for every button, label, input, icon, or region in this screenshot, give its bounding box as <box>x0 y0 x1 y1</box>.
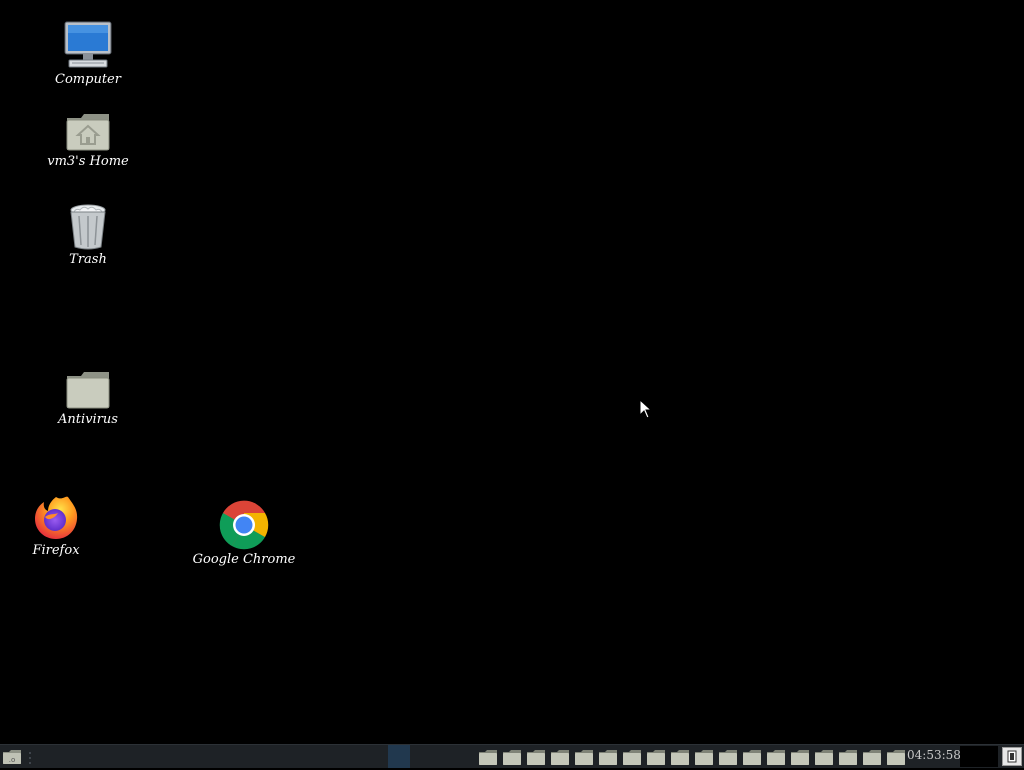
mouse-cursor-icon <box>639 398 653 419</box>
desktop-icon-label: Antivirus <box>58 412 118 427</box>
folder-launcher-button[interactable] <box>716 747 740 767</box>
folder-launcher-button[interactable] <box>572 747 596 767</box>
folder-launcher-button[interactable] <box>812 747 836 767</box>
folder-icon: .o <box>3 750 21 764</box>
desktop: Computer vm3's Home Trash Antivirus Fire… <box>0 0 1024 744</box>
firefox-icon <box>31 491 81 541</box>
desktop-icon-firefox[interactable]: Firefox <box>1 491 111 558</box>
folder-icon <box>719 749 737 765</box>
folder-launcher-button[interactable] <box>476 747 500 767</box>
folder-launcher-button[interactable] <box>788 747 812 767</box>
clock[interactable]: 04:53:58 <box>907 748 961 762</box>
folder-launcher-button[interactable] <box>884 747 908 767</box>
folder-icon <box>527 749 545 765</box>
folder-launcher-button[interactable] <box>500 747 524 767</box>
show-desktop-button[interactable] <box>1002 747 1022 766</box>
folder-icon <box>63 360 113 410</box>
desktop-icon-label: Firefox <box>32 543 80 558</box>
folder-icon <box>887 749 905 765</box>
system-tray <box>960 746 998 767</box>
folder-launcher-button[interactable] <box>524 747 548 767</box>
trash-icon <box>63 200 113 250</box>
desktop-icon-computer[interactable]: Computer <box>33 20 143 87</box>
folder-launcher-button[interactable] <box>620 747 644 767</box>
taskbar-grip-handle[interactable] <box>28 750 32 764</box>
svg-text:.o: .o <box>9 756 16 764</box>
folder-icon <box>767 749 785 765</box>
folder-icon <box>551 749 569 765</box>
folder-icon <box>575 749 593 765</box>
folder-launcher-button[interactable] <box>668 747 692 767</box>
desktop-icon-home[interactable]: vm3's Home <box>33 102 143 169</box>
taskbar-window-button[interactable] <box>388 745 410 768</box>
folder-launcher-button[interactable] <box>764 747 788 767</box>
desktop-icon-trash[interactable]: Trash <box>33 200 143 267</box>
desktop-icon-label: Trash <box>69 252 107 267</box>
folder-launcher-button[interactable] <box>740 747 764 767</box>
folder-icon <box>743 749 761 765</box>
folder-icon <box>695 749 713 765</box>
folder-launcher-button[interactable] <box>644 747 668 767</box>
chrome-icon <box>219 500 269 550</box>
folder-icon <box>479 749 497 765</box>
home-folder-icon <box>63 102 113 152</box>
folder-icon <box>839 749 857 765</box>
folder-icon <box>503 749 521 765</box>
folder-icon <box>647 749 665 765</box>
desktop-icon-label: Computer <box>55 72 121 87</box>
folder-icon <box>863 749 881 765</box>
folder-icon <box>623 749 641 765</box>
folder-launcher-button[interactable] <box>548 747 572 767</box>
folder-icon <box>791 749 809 765</box>
folder-icon <box>671 749 689 765</box>
computer-icon <box>63 20 113 70</box>
desktop-icon-antivirus[interactable]: Antivirus <box>33 360 143 427</box>
folder-launcher-button[interactable] <box>596 747 620 767</box>
folder-launcher-button[interactable] <box>860 747 884 767</box>
folder-launcher-button[interactable] <box>836 747 860 767</box>
desktop-icon-label: Google Chrome <box>192 552 296 567</box>
app-menu-button[interactable]: .o <box>2 748 22 766</box>
taskbar: .o 04:53:58 <box>0 744 1024 768</box>
desktop-icon-label: vm3's Home <box>47 154 129 169</box>
folder-icon <box>599 749 617 765</box>
folder-launchers <box>476 747 908 767</box>
show-desktop-icon <box>1007 750 1017 763</box>
folder-icon <box>815 749 833 765</box>
desktop-icon-google-chrome[interactable]: Google Chrome <box>189 500 299 567</box>
folder-launcher-button[interactable] <box>692 747 716 767</box>
